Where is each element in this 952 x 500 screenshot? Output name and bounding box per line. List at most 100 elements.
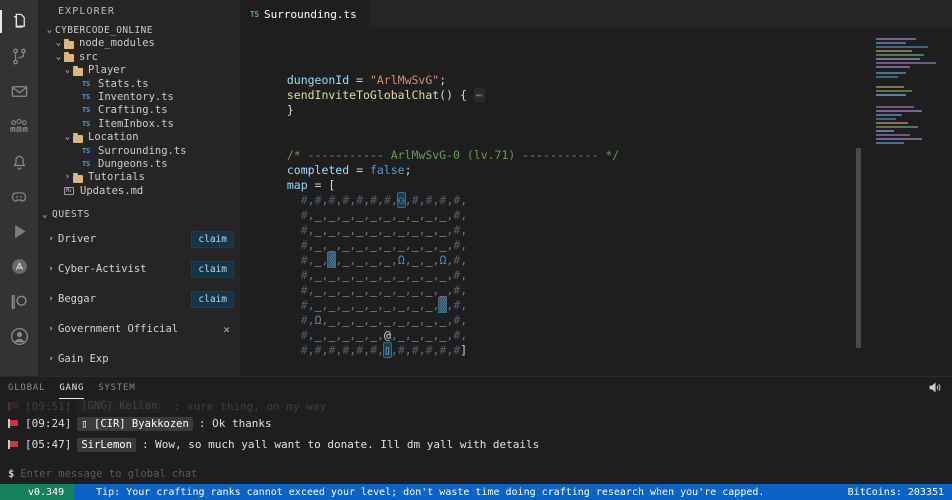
map-tile-3-9: _ [426, 238, 433, 252]
tree-item-label: Location [88, 131, 139, 144]
tree-item-node-modules[interactable]: ⌄node_modules [38, 37, 240, 50]
chat-input[interactable] [20, 468, 952, 480]
file-tree: ⌄ CYBERCODE_ONLINE ⌄node_modules⌄src⌄Pla… [38, 22, 240, 198]
quest-driver[interactable]: ›Driverclaim [38, 224, 240, 254]
tree-item-crafting-ts[interactable]: ›TSCrafting.ts [38, 104, 240, 117]
code-line: map = [ [273, 178, 952, 193]
tip-bar: Tip: Your crafting ranks cannot exceed y… [74, 484, 952, 500]
play-icon[interactable] [0, 214, 38, 249]
claim-button-driver[interactable]: claim [191, 231, 234, 248]
folder-icon [73, 174, 85, 182]
close-icon[interactable]: ✕ [219, 323, 234, 336]
minimap-line [876, 54, 924, 56]
map-tile-8-1: Ω [315, 313, 322, 327]
patreon-icon[interactable] [0, 284, 38, 319]
map-tile-9-0: # [301, 328, 308, 342]
map-tile-5-5: _ [370, 268, 377, 282]
map-tile-6-8: _ [412, 283, 419, 297]
map-tile-5-8: _ [412, 268, 419, 282]
bell-icon[interactable] [0, 144, 38, 179]
tree-item-location[interactable]: ⌄Location [38, 131, 240, 144]
map-tile-2-0: # [301, 223, 308, 237]
map-tile-4-9: _ [426, 253, 433, 267]
map-tile-5-7: _ [398, 268, 405, 282]
code-line-blank [273, 58, 952, 73]
minimap-line [876, 130, 894, 132]
map-row-10: #,#,#,#,#,#,▯,#,#,#,#,#] [273, 343, 952, 358]
mail-icon[interactable] [0, 74, 38, 109]
map-tile-6-9: _ [426, 283, 433, 297]
map-tile-4-5: _ [370, 253, 377, 267]
tree-item-label: Surrounding.ts [98, 145, 187, 158]
account-icon[interactable] [0, 319, 38, 354]
code-line: sendInviteToGlobalChat() { ⋯ [273, 88, 952, 103]
tab-surrounding-ts[interactable]: TS Surrounding.ts [240, 0, 370, 28]
chat-log[interactable]: [09:51][GNG] Kellan : sure thing, on my … [0, 399, 952, 464]
chevron-right-icon: › [44, 294, 58, 304]
chat-message: [09:24]▯ [CIR] Byakkozen: Ok thanks [8, 413, 952, 434]
map-tile-8-5: _ [370, 313, 377, 327]
tree-item-stats-ts[interactable]: ›TSStats.ts [38, 78, 240, 91]
quest-label: Driver [58, 233, 191, 245]
claim-button-cyber-activist[interactable]: claim [191, 261, 234, 278]
map-tile-10-5: # [370, 343, 377, 357]
appstore-icon[interactable] [0, 249, 38, 284]
tip-text: Tip: Your crafting ranks cannot exceed y… [96, 487, 764, 498]
map-tile-0-8: # [412, 193, 419, 207]
people-icon[interactable] [0, 109, 38, 144]
map-row-5: #,_,_,_,_,_,_,_,_,_,_,#, [273, 268, 952, 283]
minimap-line [876, 110, 922, 112]
tree-item-player[interactable]: ⌄Player [38, 64, 240, 77]
editor: TS Surrounding.ts dungeonId = "ArlMwSvG"… [240, 0, 952, 376]
tree-root[interactable]: ⌄ CYBERCODE_ONLINE [38, 24, 240, 37]
chat-timestamp: [05:47] [25, 438, 71, 451]
minimap-line [876, 122, 908, 124]
code-body[interactable]: dungeonId = "ArlMwSvG"; sendInviteToGlob… [240, 28, 952, 376]
chat-tab-system[interactable]: SYSTEM [98, 377, 135, 399]
minimap[interactable] [856, 28, 952, 376]
map-tile-9-7: _ [398, 328, 405, 342]
typescript-icon: TS [82, 158, 96, 171]
quest-cyber-activist[interactable]: ›Cyber-Activistclaim [38, 254, 240, 284]
map-row-7: #,_,_,_,_,_,_,_,_,_,▒,#, [273, 298, 952, 313]
tree-item-tutorials[interactable]: ›Tutorials [38, 171, 240, 184]
claim-button-beggar[interactable]: claim [191, 291, 234, 308]
tree-item-dungeons-ts[interactable]: ›TSDungeons.ts [38, 158, 240, 171]
map-tile-2-7: _ [398, 223, 405, 237]
minimap-scrollbar[interactable] [856, 148, 861, 348]
subquest-receive-exp[interactable]: ◇Receive exp [38, 374, 240, 376]
map-tile-7-7: _ [398, 298, 405, 312]
code-line: } [273, 103, 952, 118]
flag-icon [8, 419, 19, 428]
chat-tab-global[interactable]: GLOBAL [8, 377, 45, 399]
speaker-icon[interactable] [928, 379, 942, 398]
code-line: completed = false; [273, 163, 952, 178]
tree-item-iteminbox-ts[interactable]: ›TSItemInbox.ts [38, 118, 240, 131]
source-control-icon[interactable] [0, 39, 38, 74]
quest-government-official[interactable]: ›Government Official✕ [38, 314, 240, 344]
sidebar: EXPLORER ⌄ CYBERCODE_ONLINE ⌄node_module… [38, 0, 240, 376]
map-tile-4-0: # [301, 253, 308, 267]
tree-item-surrounding-ts[interactable]: ›TSSurrounding.ts [38, 145, 240, 158]
map-tile-7-8: _ [412, 298, 419, 312]
minimap-line [876, 106, 914, 108]
quests-header[interactable]: ⌄ QUESTS [38, 205, 240, 224]
map-tile-0-5: # [370, 193, 377, 207]
version-badge[interactable]: v0.349 [0, 484, 74, 500]
discord-icon[interactable] [0, 179, 38, 214]
tree-item-src[interactable]: ⌄src [38, 51, 240, 64]
chat-input-row[interactable]: $ [0, 464, 952, 484]
quest-gain-exp[interactable]: ›Gain Exp [38, 344, 240, 374]
code-line: /* ----------- ArlMwSvG-0 (lv.71) ------… [273, 148, 952, 163]
tree-item-updates-md[interactable]: ›M↓Updates.md [38, 185, 240, 198]
explorer-icon[interactable] [0, 4, 38, 39]
map-row-8: #,Ω,_,_,_,_,_,_,_,_,_,#, [273, 313, 952, 328]
tree-item-inventory-ts[interactable]: ›TSInventory.ts [38, 91, 240, 104]
code-area[interactable]: dungeonId = "ArlMwSvG"; sendInviteToGlob… [240, 28, 952, 376]
chat-tab-gang[interactable]: GANG [59, 377, 84, 399]
map-tile-2-8: _ [412, 223, 419, 237]
chat-message-scrolled: [09:51][GNG] Kellan : sure thing, on my … [8, 399, 952, 413]
quest-beggar[interactable]: ›Beggarclaim [38, 284, 240, 314]
map-tile-2-9: _ [426, 223, 433, 237]
minimap-line [876, 50, 912, 52]
